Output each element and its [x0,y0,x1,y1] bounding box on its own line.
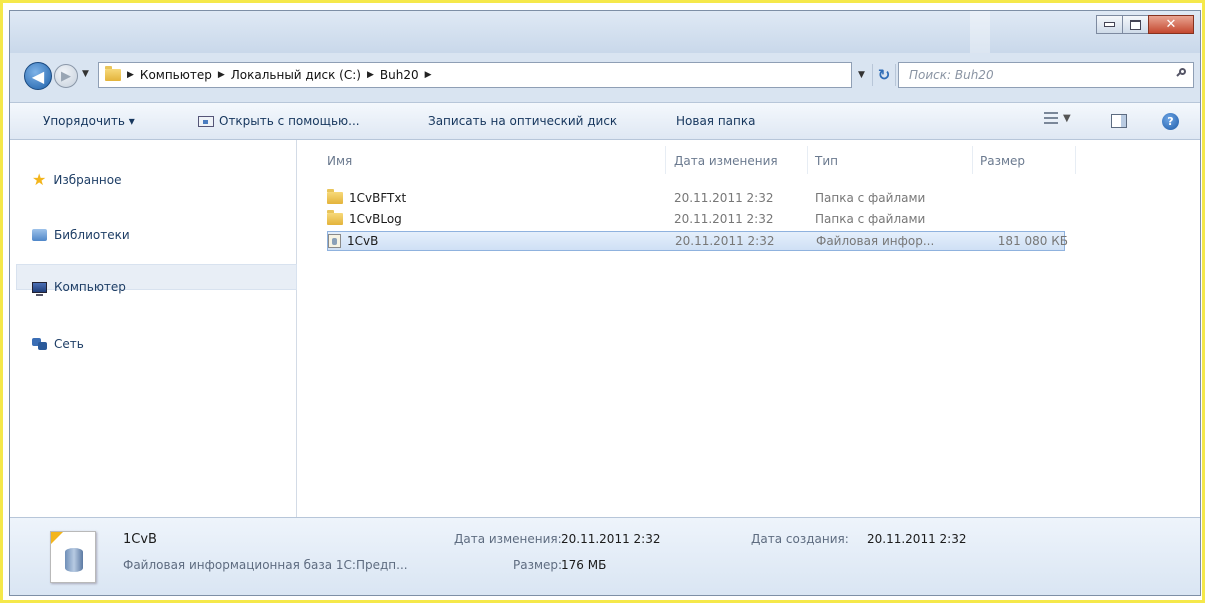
sidebar-item-computer[interactable]: Компьютер [32,280,126,296]
details-size-value: 176 МБ [561,558,607,572]
details-size-label: Размер: [513,558,563,572]
help-icon: ? [1167,115,1174,128]
minimize-icon [1104,22,1115,27]
organize-button[interactable]: Упорядочить ▾ [43,114,135,128]
file-date: 20.11.2011 2:32 [674,191,774,205]
sidebar-item-label: Сеть [54,337,84,351]
open-with-icon [198,115,214,127]
chevron-down-icon: ▼ [1063,112,1071,124]
explorer-window: ✕ ◀ ▶ ▼ ▶ Компьютер ▶ Локальный диск (C:… [9,10,1201,596]
folder-icon [105,66,121,81]
file-list: Имя Дата изменения Тип Размер 1CvBFTxt 2… [297,140,1200,517]
column-header-date[interactable]: Дата изменения [674,154,778,168]
open-with-button[interactable]: Открыть с помощью... [198,114,360,128]
file-name: 1CvBFTxt [349,191,407,205]
maximize-icon [1130,19,1141,30]
minimize-button[interactable] [1096,15,1123,34]
file-row[interactable]: 1CvBLog 20.11.2011 2:32 Папка с файлами [327,210,1065,230]
preview-pane-button[interactable] [1111,114,1127,128]
column-header-type[interactable]: Тип [815,154,838,168]
libraries-icon [32,229,47,241]
computer-icon [32,281,47,296]
new-folder-button[interactable]: Новая папка [676,114,755,128]
folder-icon [327,210,343,225]
recent-pages-dropdown[interactable]: ▼ [82,69,89,79]
sidebar-item-label: Библиотеки [54,228,130,242]
sidebar-item-favorites[interactable]: ★ Избранное [32,172,122,188]
file-row[interactable]: 1CvBFTxt 20.11.2011 2:32 Папка с файлами [327,189,1065,209]
caption-buttons: ✕ [1096,15,1194,34]
refresh-icon: ↻ [877,66,891,84]
breadcrumb-computer[interactable]: Компьютер [140,68,212,82]
details-modified-label: Дата изменения: [454,532,562,546]
back-button[interactable]: ◀ [24,62,52,90]
help-button[interactable]: ? [1162,113,1179,130]
close-button[interactable]: ✕ [1148,15,1194,34]
database-file-icon [50,531,96,583]
burn-button[interactable]: Записать на оптический диск [428,114,617,128]
breadcrumb-separator-icon[interactable]: ▶ [218,70,225,80]
file-name: 1CvBLog [349,212,402,226]
column-header-name[interactable]: Имя [327,154,352,168]
file-row-selected[interactable]: 1CvB 20.11.2011 2:32 Файловая инфор... 1… [327,231,1068,251]
details-created-value: 20.11.2011 2:32 [867,532,967,546]
breadcrumb-separator-icon[interactable]: ▶ [425,70,432,80]
forward-button[interactable]: ▶ [54,64,78,88]
file-type: Папка с файлами [815,212,926,226]
change-view-button[interactable]: ▼ [1044,112,1071,124]
details-description: Файловая информационная база 1С:Предп... [123,558,408,572]
file-name: 1CvB [347,234,379,248]
database-file-icon [328,234,341,248]
details-modified-value: 20.11.2011 2:32 [561,532,661,546]
refresh-button[interactable]: ↻ [872,64,896,86]
column-header-size[interactable]: Размер [980,154,1025,168]
sidebar-item-network[interactable]: Сеть [32,337,84,351]
search-input[interactable]: Поиск: Buh20 [898,62,1194,88]
navigation-row: ◀ ▶ ▼ ▶ Компьютер ▶ Локальный диск (C:) … [10,60,1200,92]
command-toolbar: Упорядочить ▾ Открыть с помощью... Запис… [10,102,1200,140]
star-icon: ★ [32,170,47,189]
breadcrumb-local-disk[interactable]: Локальный диск (C:) [231,68,361,82]
file-type: Папка с файлами [815,191,926,205]
address-bar[interactable]: ▶ Компьютер ▶ Локальный диск (C:) ▶ Buh2… [98,62,852,88]
maximize-button[interactable] [1122,15,1149,34]
network-icon [32,338,47,350]
details-file-name: 1CvB [123,532,157,547]
navigation-pane: ★ Избранное Библиотеки Компьютер Сеть [10,140,297,517]
file-type: Файловая инфор... [816,234,935,248]
sidebar-item-label: Компьютер [54,280,126,294]
sidebar-item-label: Избранное [53,173,122,187]
details-pane: 1CvB Файловая информационная база 1С:Пре… [10,517,1200,595]
breadcrumb-buh20[interactable]: Buh20 [380,68,419,82]
address-dropdown-button[interactable]: ▼ [858,70,865,80]
search-icon[interactable] [1176,68,1187,78]
view-options-icon [1044,112,1058,124]
sidebar-item-libraries[interactable]: Библиотеки [32,228,130,242]
title-bar: ✕ [10,11,1200,53]
folder-icon [327,189,343,204]
breadcrumb-separator-icon[interactable]: ▶ [367,70,374,80]
file-date: 20.11.2011 2:32 [675,234,775,248]
file-size: 181 080 КБ [997,234,1068,248]
open-with-label: Открыть с помощью... [219,114,360,128]
forward-arrow-icon: ▶ [61,68,71,84]
breadcrumb-separator-icon[interactable]: ▶ [127,70,134,80]
back-arrow-icon: ◀ [31,66,45,86]
details-created-label: Дата создания: [751,532,849,546]
close-icon: ✕ [1165,17,1177,32]
search-placeholder: Поиск: Buh20 [909,68,994,82]
file-date: 20.11.2011 2:32 [674,212,774,226]
